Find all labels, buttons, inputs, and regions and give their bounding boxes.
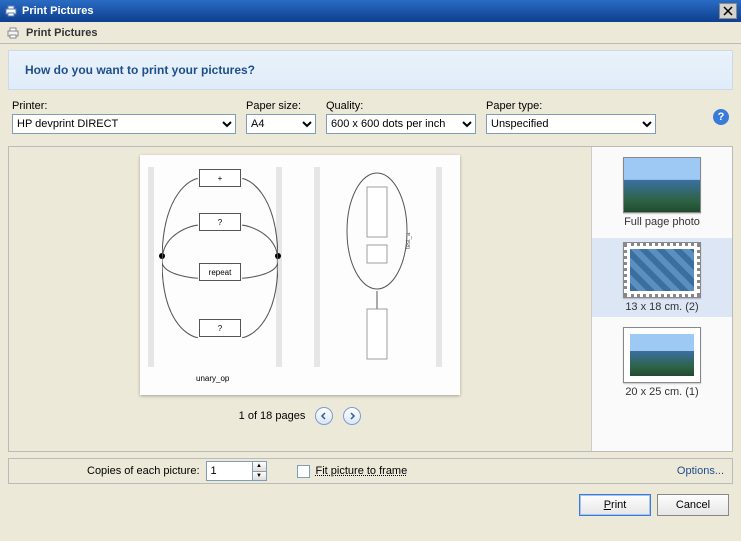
printer-select[interactable]: HP devprint DIRECT xyxy=(12,114,236,134)
paper-size-select[interactable]: A4 xyxy=(246,114,316,134)
layout-thumb xyxy=(623,242,701,298)
layout-list[interactable]: Full page photo 13 x 18 cm. (2) 20 x 25 … xyxy=(592,147,732,451)
paper-type-select[interactable]: Unspecified xyxy=(486,114,656,134)
print-settings-row: Printer: HP devprint DIRECT Paper size: … xyxy=(0,90,741,146)
page-indicator: 1 of 18 pages xyxy=(239,410,306,422)
paper-size-label: Paper size: xyxy=(246,100,316,112)
layout-item-13x18[interactable]: 13 x 18 cm. (2) xyxy=(592,238,732,317)
prev-page-button[interactable] xyxy=(315,407,333,425)
options-link[interactable]: Options... xyxy=(677,465,724,477)
pager: 1 of 18 pages xyxy=(239,407,362,425)
dialog-buttons: Print Cancel xyxy=(0,484,741,516)
copies-label: Copies of each picture: xyxy=(87,465,200,477)
layout-item-fullpage[interactable]: Full page photo xyxy=(592,153,732,232)
layout-thumb xyxy=(623,157,701,213)
layout-label: Full page photo xyxy=(592,216,732,228)
copies-row: Copies of each picture: ▲ ▼ Fit picture … xyxy=(8,458,733,484)
layout-thumb xyxy=(623,327,701,383)
close-button[interactable] xyxy=(719,3,737,19)
quality-label: Quality: xyxy=(326,100,476,112)
printer-icon xyxy=(6,26,20,40)
copies-down-button[interactable]: ▼ xyxy=(253,472,266,481)
subheader-title: Print Pictures xyxy=(26,27,98,39)
page-preview: + ? repeat ? unary_op xyxy=(140,155,460,395)
fit-to-frame-label: Fit picture to frame xyxy=(316,465,408,477)
instruction-banner: How do you want to print your pictures? xyxy=(8,50,733,90)
window-title: Print Pictures xyxy=(22,5,719,17)
copies-input[interactable] xyxy=(206,461,252,481)
layout-label: 20 x 25 cm. (1) xyxy=(592,386,732,398)
cancel-button[interactable]: Cancel xyxy=(657,494,729,516)
fit-to-frame-checkbox[interactable] xyxy=(297,465,310,478)
printer-label: Printer: xyxy=(12,100,236,112)
layout-item-20x25[interactable]: 20 x 25 cm. (1) xyxy=(592,323,732,402)
help-icon[interactable]: ? xyxy=(713,109,729,125)
main-area: + ? repeat ? unary_op xyxy=(8,146,733,452)
copies-spinner[interactable]: ▲ ▼ xyxy=(206,461,267,481)
printer-icon xyxy=(4,4,18,18)
paper-type-label: Paper type: xyxy=(486,100,656,112)
next-page-button[interactable] xyxy=(343,407,361,425)
copies-up-button[interactable]: ▲ xyxy=(253,462,266,472)
titlebar: Print Pictures xyxy=(0,0,741,22)
print-button[interactable]: Print xyxy=(579,494,651,516)
svg-text:test_a: test_a xyxy=(406,232,412,249)
quality-select[interactable]: 600 x 600 dots per inch xyxy=(326,114,476,134)
preview-pane: + ? repeat ? unary_op xyxy=(9,147,592,451)
instruction-text: How do you want to print your pictures? xyxy=(25,63,255,77)
subheader: Print Pictures xyxy=(0,22,741,44)
layout-label: 13 x 18 cm. (2) xyxy=(592,301,732,313)
